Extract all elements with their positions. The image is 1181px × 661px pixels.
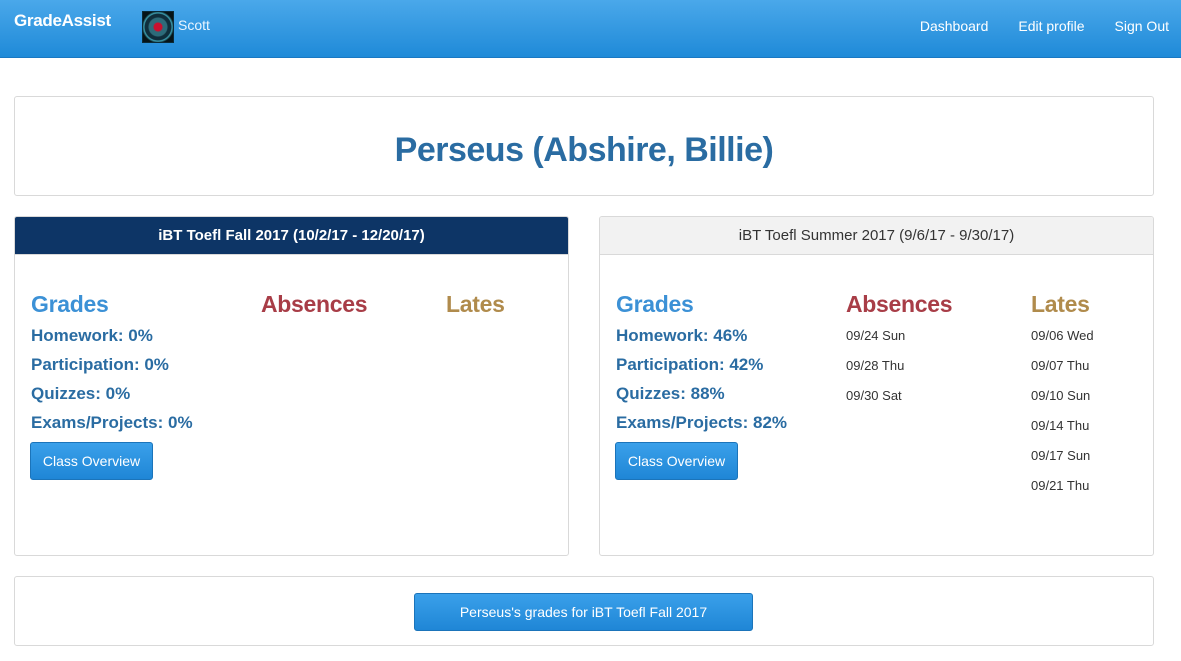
grade-homework: Homework: 46% [616, 326, 748, 345]
title-panel: Perseus (Abshire, Billie) [14, 96, 1154, 196]
late-date: 09/14 Thu [1031, 418, 1090, 433]
nav-link-dashboard[interactable]: Dashboard [920, 18, 989, 34]
grade-quizzes: Quizzes: 0% [31, 384, 131, 403]
grade-exams-projects: Exams/Projects: 82% [616, 413, 788, 432]
navbar: GradeAssist Scott Dashboard Edit profile… [0, 0, 1181, 58]
grades-heading: Grades [616, 291, 694, 317]
avatar[interactable] [142, 11, 174, 43]
grades-heading: Grades [31, 291, 109, 317]
grade-list: Homework: 46% Participation: 42% Quizzes… [616, 325, 787, 441]
grade-list: Homework: 0% Participation: 0% Quizzes: … [31, 325, 193, 441]
nav-link-sign-out[interactable]: Sign Out [1115, 18, 1169, 34]
course-header[interactable]: iBT Toefl Fall 2017 (10/2/17 - 12/20/17) [15, 217, 568, 255]
absence-date: 09/24 Sun [846, 328, 906, 343]
grade-participation: Participation: 42% [616, 355, 764, 374]
late-date: 09/10 Sun [1031, 388, 1091, 403]
nav-links: Dashboard Edit profile Sign Out [890, 18, 1169, 34]
absence-list: 09/24 Sun 09/28 Thu 09/30 Sat [846, 327, 905, 417]
course-header[interactable]: iBT Toefl Summer 2017 (9/6/17 - 9/30/17) [600, 217, 1153, 255]
late-date: 09/21 Thu [1031, 478, 1090, 493]
class-overview-button[interactable]: Class Overview [615, 442, 738, 480]
student-grades-button[interactable]: Perseus's grades for iBT Toefl Fall 2017 [414, 593, 753, 631]
lates-heading: Lates [446, 291, 505, 317]
grade-exams-projects: Exams/Projects: 0% [31, 413, 193, 432]
grade-quizzes: Quizzes: 88% [616, 384, 725, 403]
absences-heading: Absences [846, 291, 953, 317]
brand-logo[interactable]: GradeAssist [14, 11, 111, 31]
late-list: 09/06 Wed 09/07 Thu 09/10 Sun 09/14 Thu … [1031, 327, 1094, 507]
username[interactable]: Scott [178, 17, 210, 33]
absence-date: 09/30 Sat [846, 388, 902, 403]
late-date: 09/07 Thu [1031, 358, 1090, 373]
page-title: Perseus (Abshire, Billie) [394, 131, 774, 169]
absence-date: 09/28 Thu [846, 358, 905, 373]
late-date: 09/06 Wed [1031, 328, 1094, 343]
course-panel-fall: iBT Toefl Fall 2017 (10/2/17 - 12/20/17)… [14, 216, 569, 556]
grade-participation: Participation: 0% [31, 355, 169, 374]
absences-heading: Absences [261, 291, 368, 317]
bottom-panel: Perseus's grades for iBT Toefl Fall 2017 [14, 576, 1154, 646]
nav-link-edit-profile[interactable]: Edit profile [1018, 18, 1084, 34]
lates-heading: Lates [1031, 291, 1090, 317]
grade-homework: Homework: 0% [31, 326, 153, 345]
course-panel-summer: iBT Toefl Summer 2017 (9/6/17 - 9/30/17)… [599, 216, 1154, 556]
late-date: 09/17 Sun [1031, 448, 1091, 463]
class-overview-button[interactable]: Class Overview [30, 442, 153, 480]
